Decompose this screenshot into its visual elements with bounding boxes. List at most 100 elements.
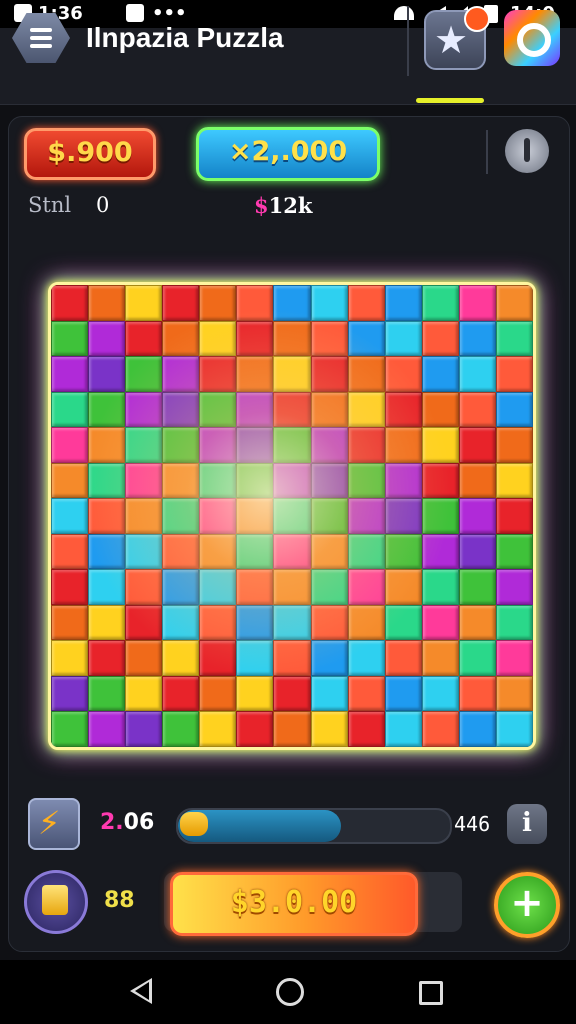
- puzzle-piece[interactable]: [384, 391, 422, 428]
- puzzle-piece[interactable]: [51, 604, 89, 641]
- buy-button[interactable]: $3.0.00: [170, 872, 418, 936]
- puzzle-piece[interactable]: [125, 320, 163, 357]
- puzzle-piece[interactable]: [162, 498, 200, 534]
- puzzle-piece[interactable]: [347, 498, 385, 534]
- puzzle-piece[interactable]: [347, 356, 385, 392]
- puzzle-piece[interactable]: [310, 498, 348, 534]
- puzzle-piece[interactable]: [199, 533, 237, 570]
- puzzle-piece[interactable]: [236, 640, 274, 676]
- puzzle-piece[interactable]: [495, 711, 533, 747]
- settings-button[interactable]: [504, 10, 560, 66]
- puzzle-piece[interactable]: [384, 675, 422, 712]
- puzzle-piece[interactable]: [273, 711, 311, 747]
- recent-apps-icon[interactable]: [419, 981, 443, 1005]
- puzzle-piece[interactable]: [310, 356, 348, 392]
- puzzle-piece[interactable]: [273, 569, 311, 605]
- puzzle-piece[interactable]: [51, 533, 89, 570]
- puzzle-piece[interactable]: [458, 427, 496, 463]
- power-button[interactable]: [505, 129, 549, 173]
- puzzle-piece[interactable]: [125, 462, 163, 499]
- puzzle-piece[interactable]: [162, 711, 200, 747]
- puzzle-piece[interactable]: [458, 711, 496, 747]
- puzzle-piece[interactable]: [421, 533, 459, 570]
- puzzle-piece[interactable]: [236, 285, 274, 321]
- puzzle-piece[interactable]: [458, 462, 496, 499]
- puzzle-piece[interactable]: [347, 675, 385, 712]
- puzzle-piece[interactable]: [421, 320, 459, 357]
- puzzle-piece[interactable]: [88, 675, 126, 712]
- puzzle-piece[interactable]: [421, 498, 459, 534]
- puzzle-piece[interactable]: [51, 640, 89, 676]
- puzzle-piece[interactable]: [495, 285, 533, 321]
- puzzle-piece[interactable]: [421, 675, 459, 712]
- puzzle-piece[interactable]: [88, 320, 126, 357]
- puzzle-piece[interactable]: [421, 569, 459, 605]
- puzzle-piece[interactable]: [162, 675, 200, 712]
- puzzle-piece[interactable]: [199, 675, 237, 712]
- puzzle-piece[interactable]: [347, 711, 385, 747]
- puzzle-piece[interactable]: [236, 356, 274, 392]
- puzzle-piece[interactable]: [421, 356, 459, 392]
- puzzle-piece[interactable]: [88, 391, 126, 428]
- puzzle-piece[interactable]: [51, 569, 89, 605]
- puzzle-piece[interactable]: [458, 675, 496, 712]
- puzzle-piece[interactable]: [347, 462, 385, 499]
- puzzle-piece[interactable]: [162, 569, 200, 605]
- puzzle-piece[interactable]: [125, 498, 163, 534]
- puzzle-piece[interactable]: [51, 427, 89, 463]
- puzzle-piece[interactable]: [347, 533, 385, 570]
- puzzle-piece[interactable]: [347, 320, 385, 357]
- puzzle-piece[interactable]: [51, 391, 89, 428]
- puzzle-piece[interactable]: [236, 569, 274, 605]
- puzzle-piece[interactable]: [384, 533, 422, 570]
- puzzle-board[interactable]: [48, 282, 536, 750]
- puzzle-piece[interactable]: [310, 462, 348, 499]
- puzzle-piece[interactable]: [421, 640, 459, 676]
- puzzle-piece[interactable]: [88, 427, 126, 463]
- puzzle-piece[interactable]: [458, 640, 496, 676]
- puzzle-piece[interactable]: [347, 391, 385, 428]
- puzzle-piece[interactable]: [236, 462, 274, 499]
- puzzle-piece[interactable]: [236, 604, 274, 641]
- puzzle-piece[interactable]: [273, 604, 311, 641]
- puzzle-piece[interactable]: [421, 285, 459, 321]
- puzzle-piece[interactable]: [236, 675, 274, 712]
- puzzle-piece[interactable]: [458, 320, 496, 357]
- puzzle-piece[interactable]: [495, 569, 533, 605]
- puzzle-piece[interactable]: [236, 533, 274, 570]
- cash-display[interactable]: $.900: [24, 128, 156, 180]
- puzzle-piece[interactable]: [199, 640, 237, 676]
- puzzle-piece[interactable]: [162, 320, 200, 357]
- puzzle-piece[interactable]: [88, 533, 126, 570]
- puzzle-piece[interactable]: [199, 604, 237, 641]
- puzzle-piece[interactable]: [199, 462, 237, 499]
- puzzle-piece[interactable]: [310, 427, 348, 463]
- puzzle-piece[interactable]: [458, 285, 496, 321]
- puzzle-piece[interactable]: [88, 356, 126, 392]
- puzzle-piece[interactable]: [384, 320, 422, 357]
- puzzle-piece[interactable]: [162, 604, 200, 641]
- puzzle-piece[interactable]: [125, 711, 163, 747]
- puzzle-piece[interactable]: [88, 711, 126, 747]
- puzzle-piece[interactable]: [310, 675, 348, 712]
- puzzle-piece[interactable]: [421, 427, 459, 463]
- puzzle-piece[interactable]: [162, 391, 200, 428]
- puzzle-piece[interactable]: [384, 498, 422, 534]
- puzzle-piece[interactable]: [310, 569, 348, 605]
- puzzle-piece[interactable]: [273, 285, 311, 321]
- puzzle-piece[interactable]: [458, 391, 496, 428]
- puzzle-piece[interactable]: [273, 533, 311, 570]
- puzzle-piece[interactable]: [199, 498, 237, 534]
- puzzle-piece[interactable]: [495, 675, 533, 712]
- puzzle-piece[interactable]: [199, 285, 237, 321]
- puzzle-piece[interactable]: [495, 320, 533, 357]
- puzzle-piece[interactable]: [51, 675, 89, 712]
- puzzle-grid[interactable]: [51, 285, 533, 747]
- puzzle-piece[interactable]: [421, 391, 459, 428]
- puzzle-piece[interactable]: [88, 285, 126, 321]
- multiplier-display[interactable]: ×2,.000: [196, 127, 380, 181]
- puzzle-piece[interactable]: [88, 462, 126, 499]
- puzzle-piece[interactable]: [236, 391, 274, 428]
- puzzle-piece[interactable]: [273, 675, 311, 712]
- puzzle-piece[interactable]: [199, 427, 237, 463]
